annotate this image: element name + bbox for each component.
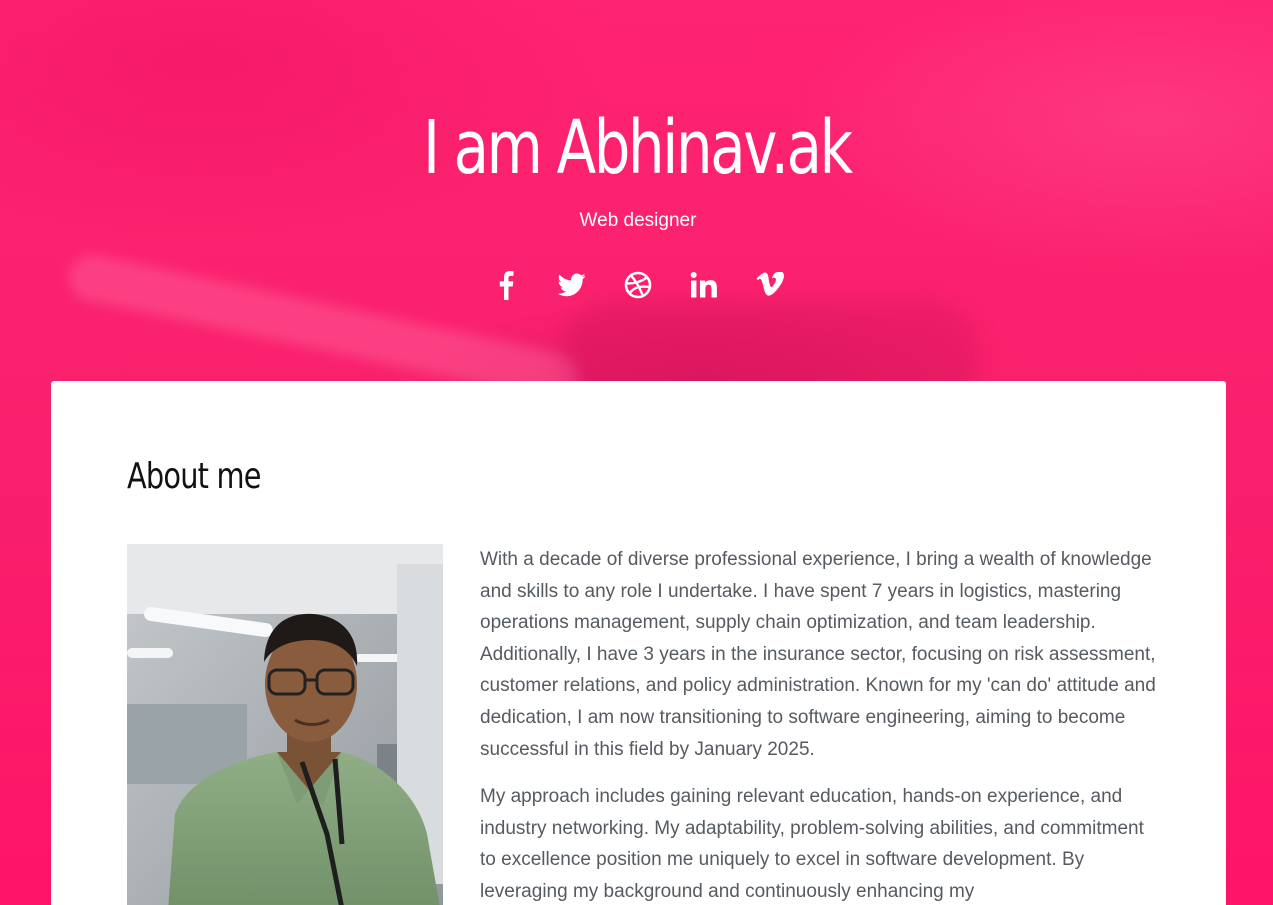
hero-subtitle: Web designer xyxy=(579,210,697,231)
about-paragraph: My approach includes gaining relevant ed… xyxy=(480,786,1144,902)
hero-title: I am Abhinav.ak xyxy=(422,105,853,191)
linkedin-icon[interactable] xyxy=(689,264,719,306)
dribbble-icon[interactable] xyxy=(623,264,653,306)
profile-photo xyxy=(127,544,443,905)
about-paragraph: With a decade of diverse professional ex… xyxy=(480,549,1156,760)
about-card: About me With a decade of diverse profes… xyxy=(51,381,1226,905)
social-links xyxy=(0,264,1273,306)
twitter-icon[interactable] xyxy=(557,264,587,306)
about-text: With a decade of diverse professional ex… xyxy=(480,544,1160,905)
about-heading: About me xyxy=(127,456,261,497)
facebook-icon[interactable] xyxy=(491,264,521,306)
vimeo-icon[interactable] xyxy=(755,264,785,306)
